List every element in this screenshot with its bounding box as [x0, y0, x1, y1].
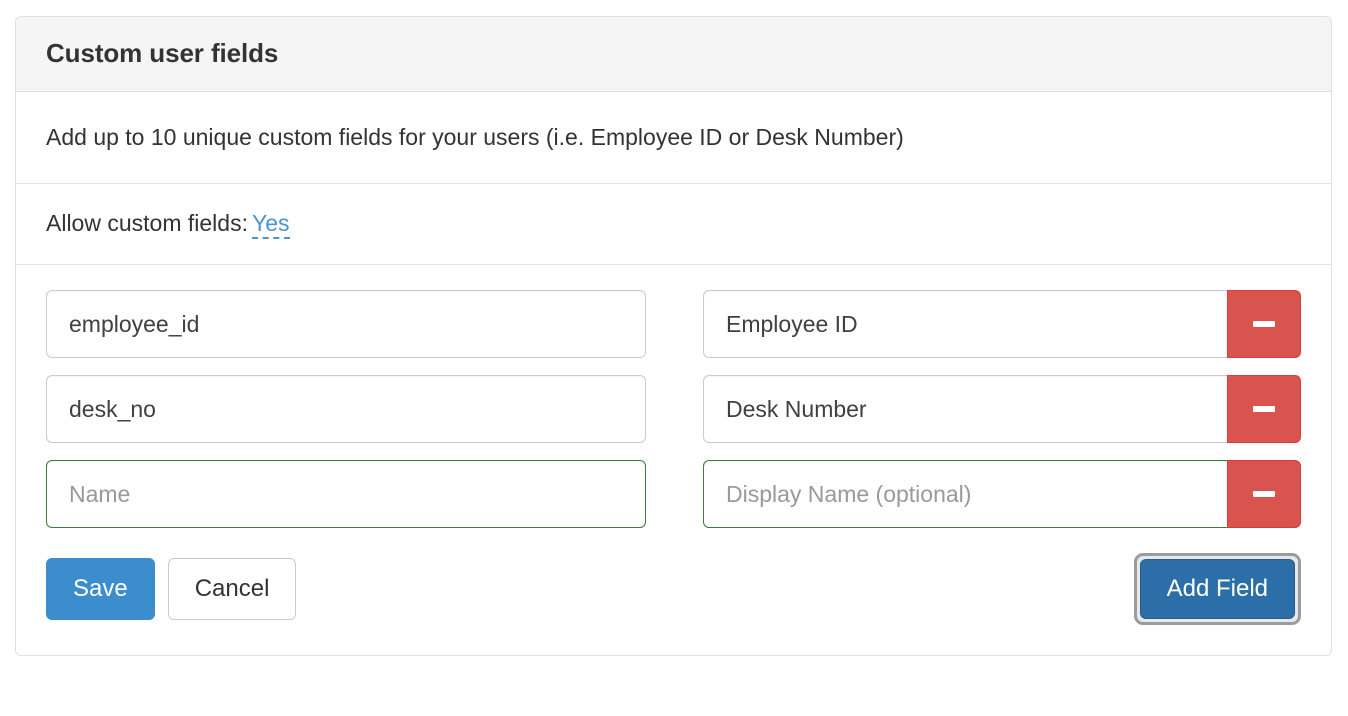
table-row [46, 375, 1301, 443]
panel-description-text: Add up to 10 unique custom fields for yo… [46, 124, 1301, 150]
allow-custom-fields-toggle-link[interactable]: Yes [252, 210, 290, 239]
remove-field-button[interactable] [1227, 460, 1301, 528]
field-display-cell [703, 375, 1301, 443]
field-name-input[interactable] [46, 290, 646, 358]
cancel-button[interactable]: Cancel [168, 558, 297, 620]
field-display-name-input[interactable] [703, 375, 1227, 443]
field-name-cell [46, 375, 646, 443]
save-button[interactable]: Save [46, 558, 155, 620]
allow-custom-fields-row: Allow custom fields:Yes [16, 184, 1331, 265]
field-name-cell [46, 290, 646, 358]
field-display-name-input[interactable] [703, 290, 1227, 358]
add-field-button[interactable]: Add Field [1140, 559, 1295, 619]
field-name-input[interactable] [46, 460, 646, 528]
panel-description-section: Add up to 10 unique custom fields for yo… [16, 92, 1331, 184]
allow-custom-fields-label: Allow custom fields: [46, 210, 248, 236]
field-display-cell [703, 290, 1301, 358]
minus-icon [1253, 406, 1275, 412]
add-field-focus-ring: Add Field [1134, 553, 1301, 625]
table-row [46, 290, 1301, 358]
field-display-name-input[interactable] [703, 460, 1227, 528]
field-display-cell [703, 460, 1301, 528]
custom-user-fields-panel: Custom user fields Add up to 10 unique c… [15, 16, 1332, 656]
minus-icon [1253, 491, 1275, 497]
field-name-cell [46, 460, 646, 528]
form-actions: Save Cancel Add Field [46, 553, 1301, 625]
page-title: Custom user fields [46, 38, 1301, 69]
table-row [46, 460, 1301, 528]
remove-field-button[interactable] [1227, 290, 1301, 358]
screen-root: Custom user fields Add up to 10 unique c… [0, 0, 1348, 716]
custom-fields-list: Save Cancel Add Field [16, 265, 1331, 655]
panel-header: Custom user fields [16, 17, 1331, 92]
remove-field-button[interactable] [1227, 375, 1301, 443]
field-name-input[interactable] [46, 375, 646, 443]
minus-icon [1253, 321, 1275, 327]
